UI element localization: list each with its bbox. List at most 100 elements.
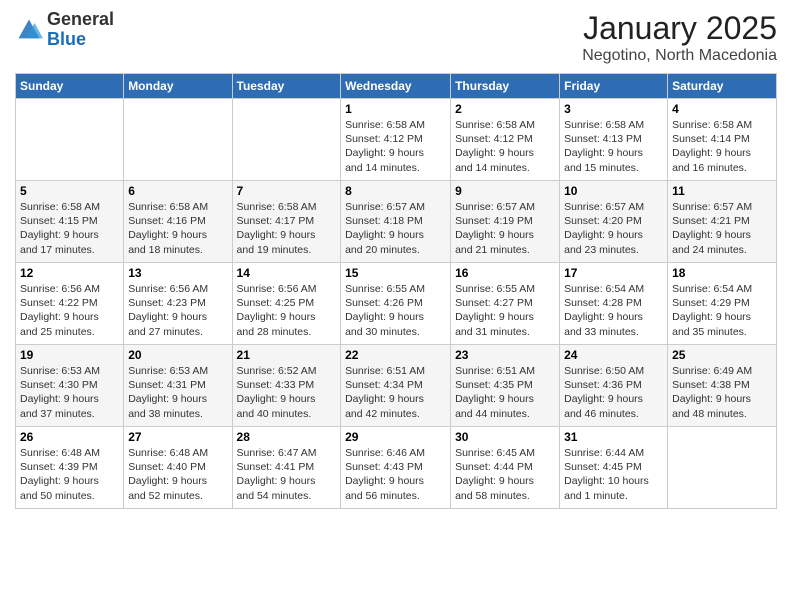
day-number: 27	[128, 430, 227, 444]
calendar-week-row: 19Sunrise: 6:53 AMSunset: 4:30 PMDayligh…	[16, 345, 777, 427]
calendar-cell: 9Sunrise: 6:57 AMSunset: 4:19 PMDaylight…	[451, 181, 560, 263]
day-info: Sunrise: 6:50 AMSunset: 4:36 PMDaylight:…	[564, 364, 663, 421]
calendar-cell	[232, 99, 341, 181]
day-number: 20	[128, 348, 227, 362]
day-info: Sunrise: 6:55 AMSunset: 4:27 PMDaylight:…	[455, 282, 555, 339]
day-info: Sunrise: 6:48 AMSunset: 4:40 PMDaylight:…	[128, 446, 227, 503]
day-info: Sunrise: 6:56 AMSunset: 4:22 PMDaylight:…	[20, 282, 119, 339]
day-info: Sunrise: 6:51 AMSunset: 4:34 PMDaylight:…	[345, 364, 446, 421]
day-number: 7	[237, 184, 337, 198]
logo-blue: Blue	[47, 30, 114, 50]
calendar-cell: 16 Sunrise: 6:55 AMSunset: 4:27 PMDayligh…	[451, 263, 560, 345]
calendar-cell: 27 Sunrise: 6:48 AMSunset: 4:40 PMDayligh…	[124, 427, 232, 509]
calendar-cell: 10Sunrise: 6:57 AMSunset: 4:20 PMDayligh…	[560, 181, 668, 263]
calendar-cell: 3Sunrise: 6:58 AMSunset: 4:13 PMDaylight…	[560, 99, 668, 181]
calendar-cell: 18 Sunrise: 6:54 AMSunset: 4:29 PMDayligh…	[668, 263, 777, 345]
day-number: 17	[564, 266, 663, 280]
calendar-cell: 7 Sunrise: 6:58 AMSunset: 4:17 PMDaylight…	[232, 181, 341, 263]
day-info: Sunrise: 6:57 AMSunset: 4:20 PMDaylight:…	[564, 200, 663, 257]
calendar-cell: 25 Sunrise: 6:49 AMSunset: 4:38 PMDayligh…	[668, 345, 777, 427]
day-number: 26	[20, 430, 119, 444]
day-number: 30	[455, 430, 555, 444]
calendar-cell	[16, 99, 124, 181]
day-info: Sunrise: 6:44 AMSunset: 4:45 PMDaylight:…	[564, 446, 663, 503]
calendar-cell: 24 Sunrise: 6:50 AMSunset: 4:36 PMDayligh…	[560, 345, 668, 427]
calendar-cell: 14 Sunrise: 6:56 AMSunset: 4:25 PMDayligh…	[232, 263, 341, 345]
calendar-cell: 11 Sunrise: 6:57 AMSunset: 4:21 PMDayligh…	[668, 181, 777, 263]
calendar-cell: 19Sunrise: 6:53 AMSunset: 4:30 PMDayligh…	[16, 345, 124, 427]
location-subtitle: Negotino, North Macedonia	[582, 47, 777, 65]
logo-general: General	[47, 10, 114, 30]
calendar-header-row: Sunday Monday Tuesday Wednesday Thursday…	[16, 74, 777, 99]
day-number: 5	[20, 184, 119, 198]
day-number: 22	[345, 348, 446, 362]
day-info: Sunrise: 6:58 AMSunset: 4:17 PMDaylight:…	[237, 200, 337, 257]
calendar-cell: 6 Sunrise: 6:58 AMSunset: 4:16 PMDaylight…	[124, 181, 232, 263]
day-number: 29	[345, 430, 446, 444]
day-info: Sunrise: 6:54 AMSunset: 4:29 PMDaylight:…	[672, 282, 772, 339]
page-header: General Blue January 2025 Negotino, Nort…	[15, 10, 777, 65]
day-info: Sunrise: 6:58 AMSunset: 4:16 PMDaylight:…	[128, 200, 227, 257]
calendar-week-row: 12 Sunrise: 6:56 AMSunset: 4:22 PMDayligh…	[16, 263, 777, 345]
day-number: 8	[345, 184, 446, 198]
day-info: Sunrise: 6:58 AMSunset: 4:12 PMDaylight:…	[455, 118, 555, 175]
page-container: General Blue January 2025 Negotino, Nort…	[0, 0, 792, 519]
calendar-cell: 28Sunrise: 6:47 AMSunset: 4:41 PMDayligh…	[232, 427, 341, 509]
day-number: 2	[455, 102, 555, 116]
day-info: Sunrise: 6:52 AMSunset: 4:33 PMDaylight:…	[237, 364, 337, 421]
calendar-cell: 21Sunrise: 6:52 AMSunset: 4:33 PMDayligh…	[232, 345, 341, 427]
day-number: 16	[455, 266, 555, 280]
day-info: Sunrise: 6:46 AMSunset: 4:43 PMDaylight:…	[345, 446, 446, 503]
day-info: Sunrise: 6:56 AMSunset: 4:25 PMDaylight:…	[237, 282, 337, 339]
day-info: Sunrise: 6:57 AMSunset: 4:19 PMDaylight:…	[455, 200, 555, 257]
day-number: 31	[564, 430, 663, 444]
calendar-cell: 12 Sunrise: 6:56 AMSunset: 4:22 PMDayligh…	[16, 263, 124, 345]
col-thursday: Thursday	[451, 74, 560, 99]
day-info: Sunrise: 6:45 AMSunset: 4:44 PMDaylight:…	[455, 446, 555, 503]
day-number: 23	[455, 348, 555, 362]
day-number: 12	[20, 266, 119, 280]
calendar-cell: 17Sunrise: 6:54 AMSunset: 4:28 PMDayligh…	[560, 263, 668, 345]
day-number: 3	[564, 102, 663, 116]
day-info: Sunrise: 6:47 AMSunset: 4:41 PMDaylight:…	[237, 446, 337, 503]
day-number: 1	[345, 102, 446, 116]
day-info: Sunrise: 6:48 AMSunset: 4:39 PMDaylight:…	[20, 446, 119, 503]
calendar-cell: 8 Sunrise: 6:57 AMSunset: 4:18 PMDaylight…	[341, 181, 451, 263]
day-number: 24	[564, 348, 663, 362]
day-info: Sunrise: 6:57 AMSunset: 4:21 PMDaylight:…	[672, 200, 772, 257]
calendar-cell	[668, 427, 777, 509]
day-info: Sunrise: 6:56 AMSunset: 4:23 PMDaylight:…	[128, 282, 227, 339]
day-number: 25	[672, 348, 772, 362]
day-number: 14	[237, 266, 337, 280]
calendar-cell: 22 Sunrise: 6:51 AMSunset: 4:34 PMDayligh…	[341, 345, 451, 427]
calendar-cell	[124, 99, 232, 181]
calendar-cell: 5 Sunrise: 6:58 AMSunset: 4:15 PMDaylight…	[16, 181, 124, 263]
day-info: Sunrise: 6:49 AMSunset: 4:38 PMDaylight:…	[672, 364, 772, 421]
day-number: 18	[672, 266, 772, 280]
calendar-cell: 23 Sunrise: 6:51 AMSunset: 4:35 PMDayligh…	[451, 345, 560, 427]
day-info: Sunrise: 6:58 AMSunset: 4:14 PMDaylight:…	[672, 118, 772, 175]
calendar-cell: 26 Sunrise: 6:48 AMSunset: 4:39 PMDayligh…	[16, 427, 124, 509]
title-block: January 2025 Negotino, North Macedonia	[582, 10, 777, 65]
calendar-week-row: 26 Sunrise: 6:48 AMSunset: 4:39 PMDayligh…	[16, 427, 777, 509]
logo-text: General Blue	[47, 10, 114, 50]
day-info: Sunrise: 6:57 AMSunset: 4:18 PMDaylight:…	[345, 200, 446, 257]
day-number: 6	[128, 184, 227, 198]
calendar-cell: 29 Sunrise: 6:46 AMSunset: 4:43 PMDayligh…	[341, 427, 451, 509]
day-number: 15	[345, 266, 446, 280]
day-info: Sunrise: 6:58 AMSunset: 4:12 PMDaylight:…	[345, 118, 446, 175]
calendar-cell: 31 Sunrise: 6:44 AMSunset: 4:45 PMDayligh…	[560, 427, 668, 509]
col-friday: Friday	[560, 74, 668, 99]
day-number: 19	[20, 348, 119, 362]
calendar-cell: 4Sunrise: 6:58 AMSunset: 4:14 PMDaylight…	[668, 99, 777, 181]
day-info: Sunrise: 6:51 AMSunset: 4:35 PMDaylight:…	[455, 364, 555, 421]
logo-icon	[15, 16, 43, 44]
day-number: 11	[672, 184, 772, 198]
calendar-week-row: 1 Sunrise: 6:58 AMSunset: 4:12 PMDaylight…	[16, 99, 777, 181]
calendar-cell: 2 Sunrise: 6:58 AMSunset: 4:12 PMDaylight…	[451, 99, 560, 181]
month-title: January 2025	[582, 10, 777, 47]
col-sunday: Sunday	[16, 74, 124, 99]
calendar-cell: 1 Sunrise: 6:58 AMSunset: 4:12 PMDaylight…	[341, 99, 451, 181]
day-info: Sunrise: 6:58 AMSunset: 4:15 PMDaylight:…	[20, 200, 119, 257]
logo: General Blue	[15, 10, 114, 50]
